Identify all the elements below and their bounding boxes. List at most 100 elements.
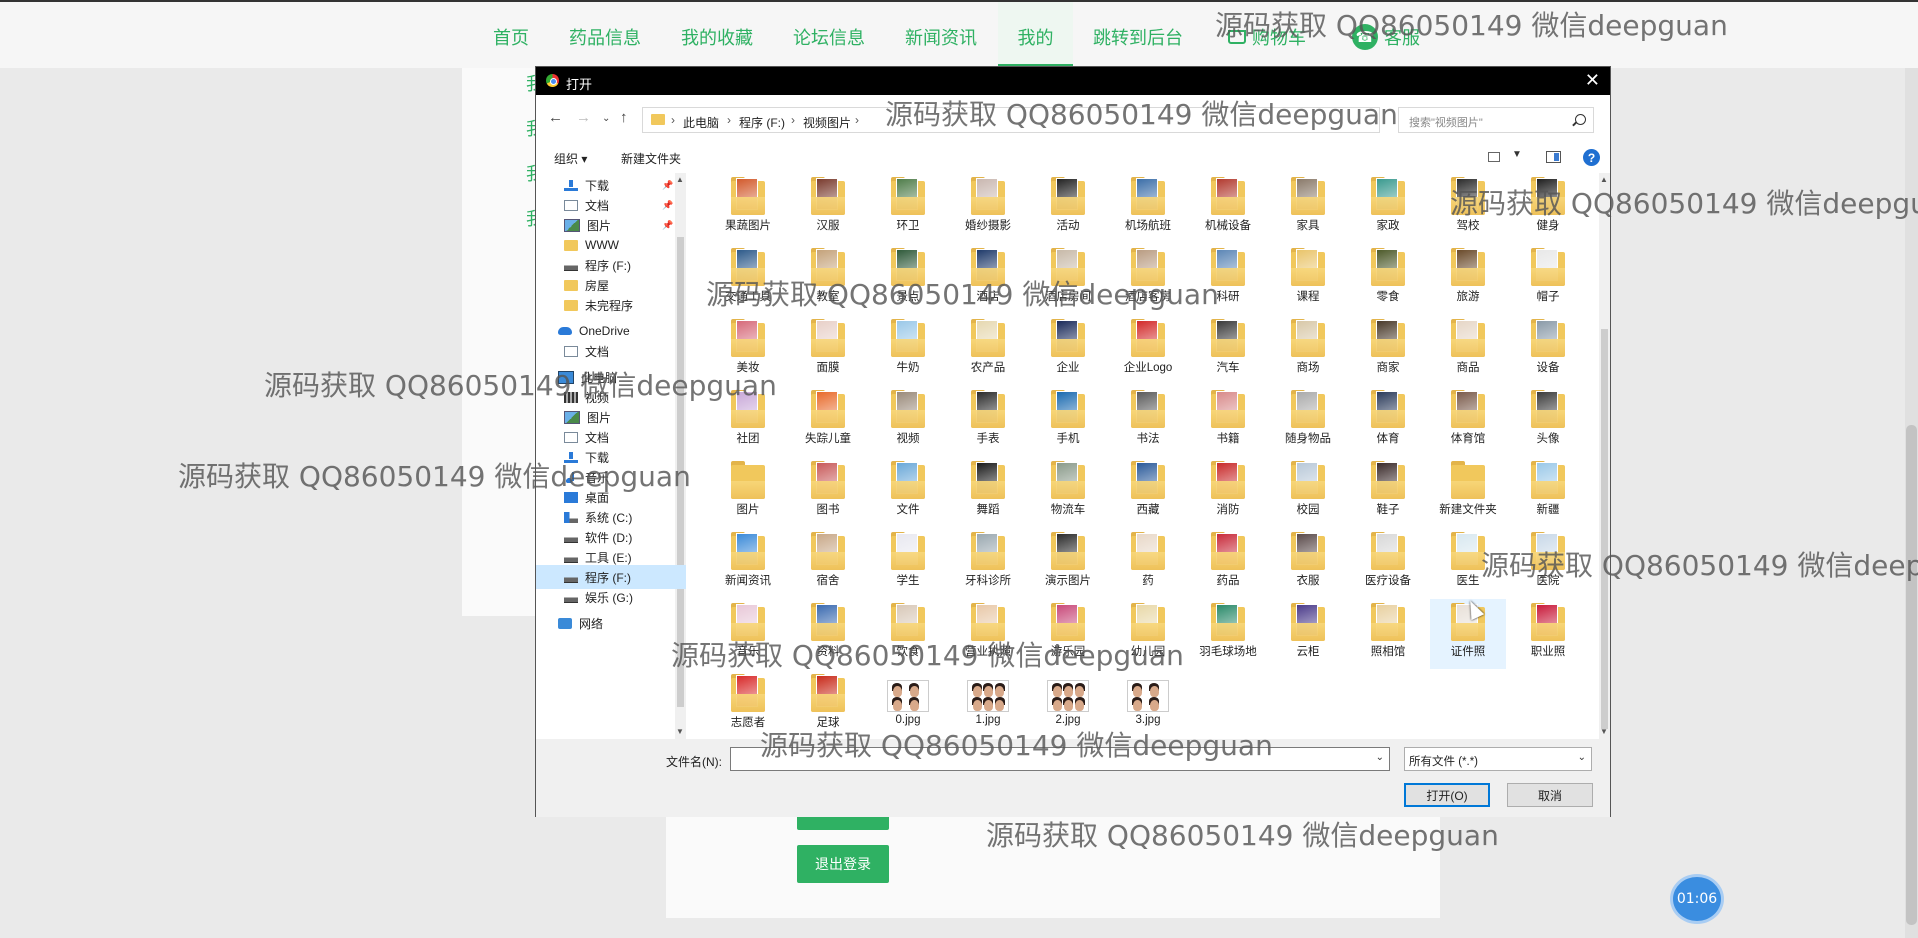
folder-item[interactable]: 汉服 [790, 173, 866, 243]
chevron-down-icon[interactable]: ▼ [1512, 149, 1522, 160]
image-file-item[interactable]: 0.jpg [870, 670, 946, 739]
forward-arrow-icon[interactable]: → [576, 109, 591, 126]
folder-item[interactable]: 新闻资讯 [710, 528, 786, 598]
scroll-down-icon[interactable]: ▼ [676, 727, 684, 736]
nav-mine[interactable]: 我的 [998, 2, 1073, 68]
folder-item[interactable]: 手机 [1030, 386, 1106, 456]
folder-item[interactable]: 牛奶 [870, 315, 946, 385]
organize-menu[interactable]: 组织 ▾ [554, 150, 587, 167]
folder-item[interactable]: 头像 [1510, 386, 1586, 456]
folder-item[interactable]: 美妆 [710, 315, 786, 385]
breadcrumb-this-pc[interactable]: 此电脑 [683, 114, 719, 131]
folder-item[interactable]: 饮食 [870, 599, 946, 669]
logout-button[interactable]: 退出登录 [797, 845, 889, 883]
breadcrumb-drive-f[interactable]: 程序 (F:) [739, 114, 785, 131]
folder-item[interactable]: 教室 [790, 244, 866, 314]
folder-item[interactable]: 书法 [1110, 386, 1186, 456]
folder-item[interactable]: 活动 [1030, 173, 1106, 243]
folder-item[interactable]: 机场航班 [1110, 173, 1186, 243]
folder-item[interactable]: 家具 [1270, 173, 1346, 243]
folder-item[interactable]: 面膜 [790, 315, 866, 385]
folder-item[interactable]: 随身物品 [1270, 386, 1346, 456]
view-mode-icon[interactable] [1488, 152, 1500, 162]
image-file-item[interactable]: 3.jpg [1110, 670, 1186, 739]
folder-item[interactable]: 酒店房间 [1030, 244, 1106, 314]
folder-item[interactable]: 景点 [870, 244, 946, 314]
folder-item[interactable]: 酒店客房 [1110, 244, 1186, 314]
scroll-up-icon[interactable]: ▲ [1600, 175, 1608, 184]
nav-news[interactable]: 新闻资讯 [905, 24, 977, 50]
folder-item[interactable]: 科研 [1190, 244, 1266, 314]
close-icon[interactable]: ✕ [1585, 70, 1600, 91]
cancel-button[interactable]: 取消 [1507, 783, 1593, 807]
folder-item[interactable]: 体育 [1350, 386, 1426, 456]
folder-item[interactable]: 失踪儿童 [790, 386, 866, 456]
folder-item[interactable]: 幼儿园 [1110, 599, 1186, 669]
up-arrow-icon[interactable]: ↑ [620, 109, 628, 126]
nav-drug-info[interactable]: 药品信息 [569, 24, 641, 50]
folder-item[interactable]: 驾校 [1430, 173, 1506, 243]
folder-item[interactable]: 物流车 [1030, 457, 1106, 527]
chevron-down-icon[interactable]: ⌄ [1376, 752, 1384, 763]
folder-item[interactable]: 衣服 [1270, 528, 1346, 598]
folder-item[interactable]: 农产品 [950, 315, 1026, 385]
file-grid-scrollbar[interactable]: ▲ ▼ [1599, 173, 1610, 739]
pin-icon[interactable]: 📌 [662, 200, 673, 211]
folder-item[interactable]: 企业Logo [1110, 315, 1186, 385]
folder-item[interactable]: 鞋子 [1350, 457, 1426, 527]
folder-item[interactable]: 设备 [1510, 315, 1586, 385]
breadcrumb[interactable]: › 此电脑 › 程序 (F:) › 视频图片 › [642, 107, 1380, 133]
folder-item[interactable]: 社团 [710, 386, 786, 456]
folder-item[interactable]: 医疗设备 [1350, 528, 1426, 598]
folder-item[interactable]: 医生 [1430, 528, 1506, 598]
folder-item[interactable]: 演示图片 [1030, 528, 1106, 598]
help-icon[interactable]: ? [1583, 149, 1600, 166]
folder-item[interactable]: 商家 [1350, 315, 1426, 385]
folder-item[interactable]: 羽毛球场地 [1190, 599, 1266, 669]
folder-item[interactable]: 营业执照 [950, 599, 1026, 669]
folder-item[interactable]: 新建文件夹 [1430, 457, 1506, 527]
folder-item[interactable]: 医院 [1510, 528, 1586, 598]
folder-item[interactable]: 交通工具 [710, 244, 786, 314]
folder-item[interactable]: 零食 [1350, 244, 1426, 314]
folder-item[interactable]: 职业照 [1510, 599, 1586, 669]
folder-item[interactable]: 图书 [790, 457, 866, 527]
folder-item[interactable]: 环卫 [870, 173, 946, 243]
scroll-down-icon[interactable]: ▼ [1600, 727, 1608, 736]
folder-item[interactable]: 文件 [870, 457, 946, 527]
file-grid-scroll-thumb[interactable] [1601, 329, 1608, 729]
nav-pane-item[interactable]: 未完程序 [536, 293, 686, 317]
pin-icon[interactable]: 📌 [662, 180, 673, 191]
folder-item[interactable]: 资料 [790, 599, 866, 669]
folder-item[interactable]: 机械设备 [1190, 173, 1266, 243]
breadcrumb-video-pictures[interactable]: 视频图片 [803, 114, 851, 131]
nav-pane-item[interactable]: 文档 [536, 339, 686, 363]
preview-pane-icon[interactable] [1546, 151, 1561, 163]
folder-item[interactable]: 企业 [1030, 315, 1106, 385]
folder-item[interactable]: 汽车 [1190, 315, 1266, 385]
folder-item[interactable]: 校园 [1270, 457, 1346, 527]
folder-item[interactable]: 视频 [870, 386, 946, 456]
folder-item[interactable]: 游乐园 [1030, 599, 1106, 669]
customer-service-link[interactable]: ☎ 客服 [1352, 24, 1420, 50]
image-file-item[interactable]: 2.jpg [1030, 670, 1106, 739]
folder-item[interactable]: 音乐 [710, 599, 786, 669]
folder-item[interactable]: 体育馆 [1430, 386, 1506, 456]
search-icon[interactable] [1575, 114, 1586, 125]
search-input[interactable]: 搜索"视频图片" [1398, 107, 1594, 133]
nav-forum[interactable]: 论坛信息 [793, 24, 865, 50]
folder-item[interactable]: 果蔬图片 [710, 173, 786, 243]
pin-icon[interactable]: 📌 [662, 220, 673, 231]
cart-link[interactable]: 购物车 [1228, 24, 1306, 50]
folder-item[interactable]: 云柜 [1270, 599, 1346, 669]
new-folder-button[interactable]: 新建文件夹 [621, 150, 681, 167]
recent-dropdown-icon[interactable]: ⌄ [602, 113, 610, 124]
page-scrollbar-thumb[interactable] [1906, 425, 1917, 925]
folder-item[interactable]: 舞蹈 [950, 457, 1026, 527]
folder-item[interactable]: 婚纱摄影 [950, 173, 1026, 243]
folder-item[interactable]: 药 [1110, 528, 1186, 598]
folder-item[interactable]: 健身 [1510, 173, 1586, 243]
nav-pane-item[interactable]: 娱乐 (G:) [536, 585, 686, 609]
folder-item[interactable]: 西藏 [1110, 457, 1186, 527]
nav-pane-item[interactable]: 网络 [536, 611, 686, 635]
